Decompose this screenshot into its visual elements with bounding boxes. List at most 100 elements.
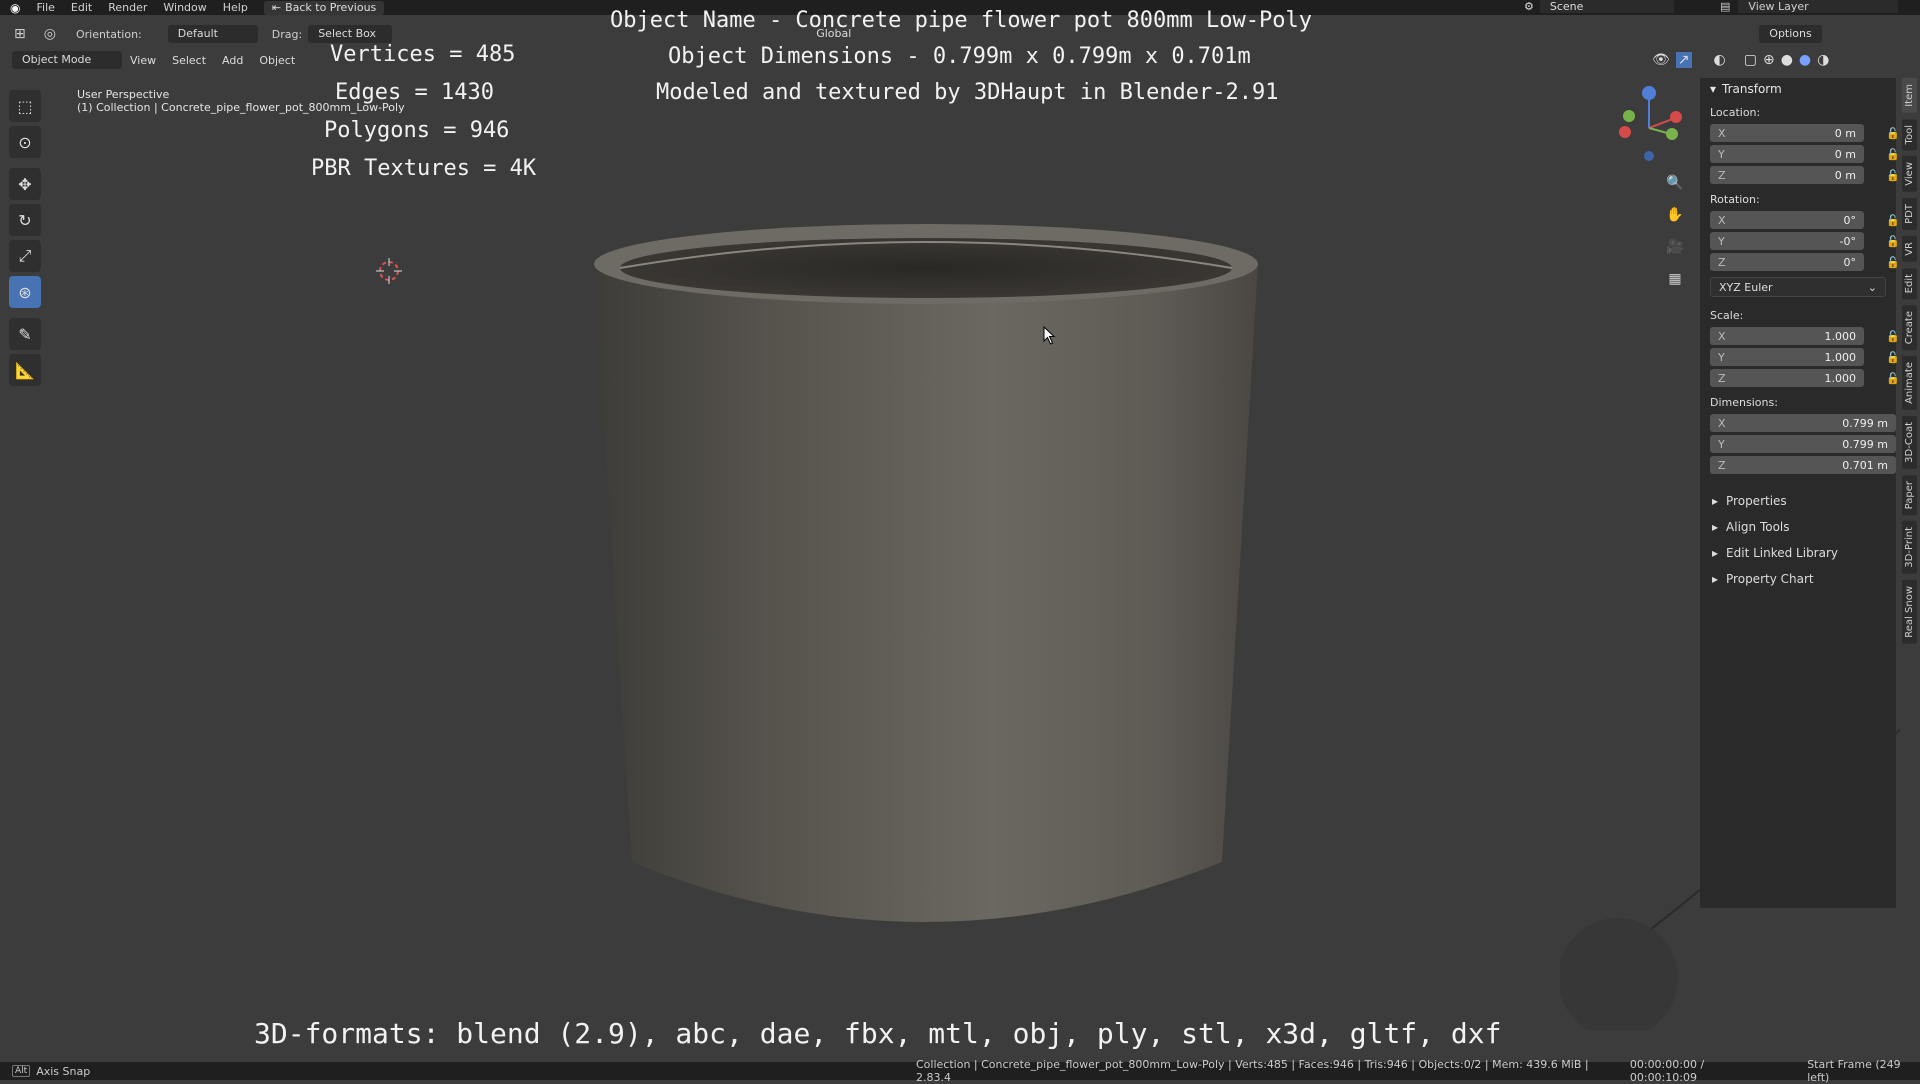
select-box-tool-icon[interactable]: ⬚: [9, 90, 41, 122]
cursor-tool-icon[interactable]: ⊙: [9, 126, 41, 158]
alt-key-badge: Alt: [12, 1065, 31, 1077]
tab-vr[interactable]: VR: [1901, 235, 1917, 262]
rotation-y-field[interactable]: Y -0°: [1710, 232, 1864, 250]
object-menu[interactable]: Object: [251, 54, 303, 67]
measure-tool-icon[interactable]: 📐: [9, 354, 41, 386]
back-to-previous-button[interactable]: ⇤ Back to Previous: [263, 0, 385, 15]
transform-header[interactable]: ▾ Transform: [1700, 78, 1896, 100]
dimensions-y-field[interactable]: Y 0.799 m: [1710, 435, 1896, 453]
textures-caption: PBR Textures = 4K: [311, 156, 537, 181]
select-menu[interactable]: Select: [164, 54, 214, 67]
tab-item[interactable]: Item: [1901, 78, 1917, 113]
material-shading-icon[interactable]: ●: [1799, 52, 1811, 68]
menu-help[interactable]: Help: [215, 1, 256, 14]
axis-label: Z: [1718, 458, 1726, 472]
solid-shading-icon[interactable]: ●: [1781, 52, 1793, 68]
tab-edit[interactable]: Edit: [1901, 267, 1917, 299]
annotate-tool-icon[interactable]: ✎: [9, 318, 41, 350]
scale-x-field[interactable]: X 1.000: [1710, 327, 1864, 345]
xray-icon[interactable]: ▢: [1744, 52, 1757, 68]
ortho-grid-icon[interactable]: ▦: [1662, 268, 1688, 290]
gizmo-toggle-icon[interactable]: ↗: [1675, 52, 1692, 68]
align-tools-section[interactable]: ▸ Align Tools: [1700, 514, 1896, 540]
mode-dropdown[interactable]: Object Mode: [12, 51, 122, 69]
menu-file[interactable]: File: [28, 1, 62, 14]
dimensions-x-field[interactable]: X 0.799 m: [1710, 414, 1896, 432]
axis-label: Z: [1718, 255, 1726, 269]
formats-caption: 3D-formats: blend (2.9), abc, dae, fbx, …: [254, 1017, 1502, 1050]
tab-pdt[interactable]: PDT: [1901, 197, 1917, 230]
options-dropdown[interactable]: Options: [1759, 25, 1822, 43]
rotate-tool-icon[interactable]: ↻: [9, 204, 41, 236]
scale-y-field[interactable]: Y 1.000: [1710, 348, 1864, 366]
credit-caption: Modeled and textured by 3DHaupt in Blend…: [656, 80, 1279, 105]
navigation-gizmo[interactable]: [1605, 84, 1695, 174]
concrete-pot-model[interactable]: [592, 222, 1260, 952]
dimensions-x-row: X 0.799 m: [1710, 414, 1896, 432]
rotation-x-field[interactable]: X 0°: [1710, 211, 1864, 229]
rotation-label: Rotation:: [1710, 193, 1760, 206]
move-tool-icon[interactable]: ✥: [9, 168, 41, 200]
field-value: 0.799 m: [1842, 416, 1888, 430]
location-y-row: Y0 m 🔓: [1710, 145, 1900, 163]
location-x-field[interactable]: X 0 m: [1710, 124, 1864, 142]
field-value: 0 m: [1834, 147, 1856, 161]
axis-label: Y: [1718, 350, 1725, 364]
start-frame: Start Frame (249 left): [1807, 1058, 1901, 1084]
view-layer-name[interactable]: View Layer: [1738, 0, 1899, 13]
tab-animate[interactable]: Animate: [1901, 356, 1917, 411]
scale-z-field[interactable]: Z 1.000: [1710, 369, 1864, 387]
location-x-row: X0 m 🔓: [1710, 124, 1900, 142]
menu-window[interactable]: Window: [155, 1, 214, 14]
rotation-z-row: Z 0° 🔓: [1710, 253, 1900, 271]
rotation-z-field[interactable]: Z 0°: [1710, 253, 1864, 271]
overlay-toggle-icon[interactable]: ◐: [1714, 52, 1726, 68]
location-label: Location:: [1710, 106, 1761, 119]
field-value: 1.000: [1824, 329, 1857, 343]
blender-logo-icon[interactable]: ◉: [10, 1, 20, 15]
edit-linked-library-section[interactable]: ▸ Edit Linked Library: [1700, 540, 1896, 566]
tab-3d-coat[interactable]: 3D-Coat: [1901, 416, 1917, 469]
tab-tool[interactable]: Tool: [1901, 118, 1917, 151]
tab-3d-print[interactable]: 3D-Print: [1901, 521, 1917, 574]
tab-real-snow[interactable]: Real Snow: [1901, 579, 1917, 644]
sidebar-tabs: Item Tool View PDT VR Edit Create Animat…: [1898, 78, 1920, 644]
editor-type-icon[interactable]: ⊞: [14, 26, 26, 42]
transform-tool-icon[interactable]: ⊛: [9, 276, 41, 308]
scene-name[interactable]: Scene: [1539, 0, 1674, 13]
tab-create[interactable]: Create: [1901, 304, 1917, 351]
orientation-dropdown[interactable]: Default: [167, 25, 258, 43]
menu-edit[interactable]: Edit: [63, 1, 100, 14]
scene-selector[interactable]: ⚙ Scene: [1524, 0, 1674, 13]
field-value: 0°: [1843, 213, 1857, 227]
tab-paper[interactable]: Paper: [1901, 474, 1917, 516]
left-toolbar: ⬚ ⊙ ✥ ↻ ⤢ ⊛ ✎ 📐: [9, 86, 49, 390]
location-z-field[interactable]: Z 0 m: [1710, 166, 1864, 184]
add-menu[interactable]: Add: [214, 54, 251, 67]
wireframe-shading-icon[interactable]: ⊕: [1763, 52, 1775, 68]
scene-stats: Collection | Concrete_pipe_flower_pot_80…: [916, 1058, 1589, 1084]
section-label: Align Tools: [1726, 520, 1790, 534]
location-y-field[interactable]: Y 0 m: [1710, 145, 1864, 163]
view-menu[interactable]: View: [122, 54, 164, 67]
axis-snap-hint: Axis Snap: [36, 1064, 91, 1078]
zoom-icon[interactable]: 🔍: [1662, 172, 1688, 194]
tool-settings-icon[interactable]: ◎: [44, 26, 56, 42]
visibility-icon[interactable]: 👁: [1652, 52, 1670, 68]
rendered-shading-icon[interactable]: ◑: [1817, 52, 1829, 68]
rotation-mode-dropdown[interactable]: XYZ Euler ⌄: [1710, 277, 1886, 297]
axis-label: X: [1718, 213, 1726, 227]
dimensions-z-field[interactable]: Z 0.701 m: [1710, 456, 1896, 474]
menu-render[interactable]: Render: [100, 1, 155, 14]
drag-dropdown[interactable]: Select Box: [308, 25, 393, 43]
axis-label: X: [1718, 126, 1726, 140]
view-layer-selector[interactable]: ▤ View Layer: [1720, 0, 1899, 13]
properties-section[interactable]: ▸ Properties: [1700, 488, 1896, 514]
property-chart-section[interactable]: ▸ Property Chart: [1700, 566, 1896, 592]
pan-hand-icon[interactable]: ✋: [1662, 204, 1688, 226]
camera-view-icon[interactable]: 🎥: [1662, 236, 1688, 258]
scale-tool-icon[interactable]: ⤢: [9, 240, 41, 272]
tab-view[interactable]: View: [1901, 156, 1917, 192]
field-value: 0 m: [1834, 126, 1856, 140]
chevron-right-icon: ▸: [1712, 520, 1719, 534]
